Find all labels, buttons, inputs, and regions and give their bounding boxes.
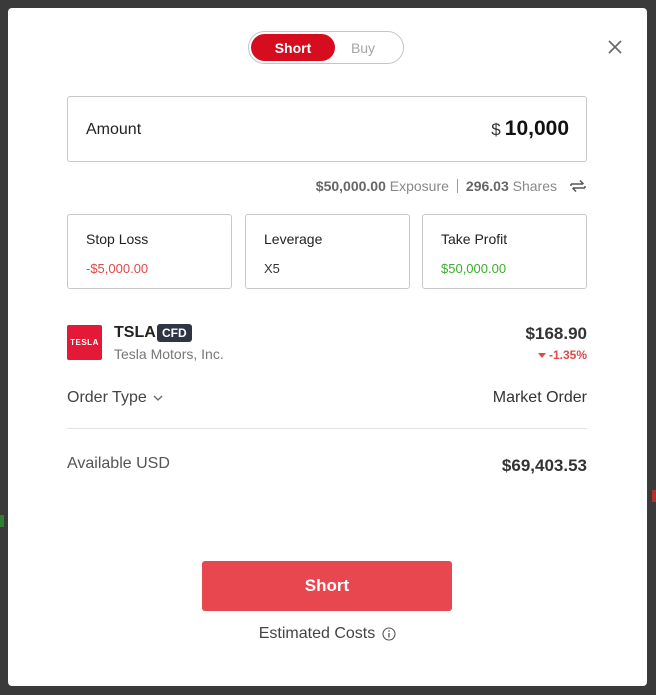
exposure-summary: $50,000.00 Exposure 296.03 Shares: [316, 178, 587, 194]
shares-value: 296.03: [465, 178, 509, 194]
ticker-symbol: TSLA: [114, 324, 156, 341]
leverage-card[interactable]: Leverage X5: [245, 214, 410, 289]
company-name: Tesla Motors, Inc.: [114, 346, 224, 362]
currency-symbol: $: [491, 120, 501, 139]
cfd-badge: CFD: [157, 324, 192, 342]
exposure-label: Exposure: [389, 178, 449, 194]
order-type-value: Market Order: [492, 389, 587, 406]
amount-label: Amount: [86, 121, 142, 138]
shares-label: Shares: [512, 178, 557, 194]
direction-toggle: Buy Short: [248, 31, 404, 64]
close-icon[interactable]: [604, 36, 626, 58]
amount-number[interactable]: 10,000: [505, 117, 569, 141]
take-profit-label: Take Profit: [441, 231, 508, 247]
background-edge-mark: [0, 515, 4, 527]
price-change: -1.35%: [537, 348, 587, 362]
tesla-logo: TESLA: [67, 325, 102, 360]
order-type-dropdown[interactable]: Order Type: [67, 389, 163, 407]
background-edge-mark: [652, 490, 656, 502]
leverage-value: X5: [264, 261, 280, 276]
exposure-value: $50,000.00: [315, 178, 386, 194]
chevron-down-icon: [153, 395, 163, 401]
amount-value[interactable]: $ 10,000: [491, 117, 569, 141]
available-label: Available USD: [67, 455, 170, 472]
trade-dialog: Buy Short Amount $ 10,000 $50,000.00 Exp…: [8, 8, 647, 686]
amount-input[interactable]: Amount $ 10,000: [67, 96, 587, 162]
order-type-label: Order Type: [67, 389, 147, 406]
stop-loss-value: -$5,000.00: [86, 261, 149, 276]
take-profit-card[interactable]: Take Profit $50,000.00: [422, 214, 587, 289]
available-value: $69,403.53: [501, 456, 587, 475]
instrument-price: $168.90: [525, 324, 587, 343]
estimated-costs-label[interactable]: Estimated Costs: [259, 625, 375, 643]
down-triangle-icon: [537, 352, 546, 358]
stop-loss-label: Stop Loss: [86, 231, 149, 247]
short-toggle-option[interactable]: Short: [251, 34, 335, 61]
leverage-label: Leverage: [264, 231, 323, 247]
swap-icon[interactable]: [569, 178, 587, 194]
short-button[interactable]: Short: [202, 561, 452, 611]
divider: [67, 428, 587, 429]
take-profit-value: $50,000.00: [441, 261, 507, 276]
stop-loss-card[interactable]: Stop Loss -$5,000.00: [67, 214, 232, 289]
separator: [456, 179, 458, 193]
info-icon[interactable]: [382, 627, 396, 641]
price-change-value: -1.35%: [548, 348, 587, 362]
estimated-costs: Estimated Costs: [8, 625, 647, 643]
